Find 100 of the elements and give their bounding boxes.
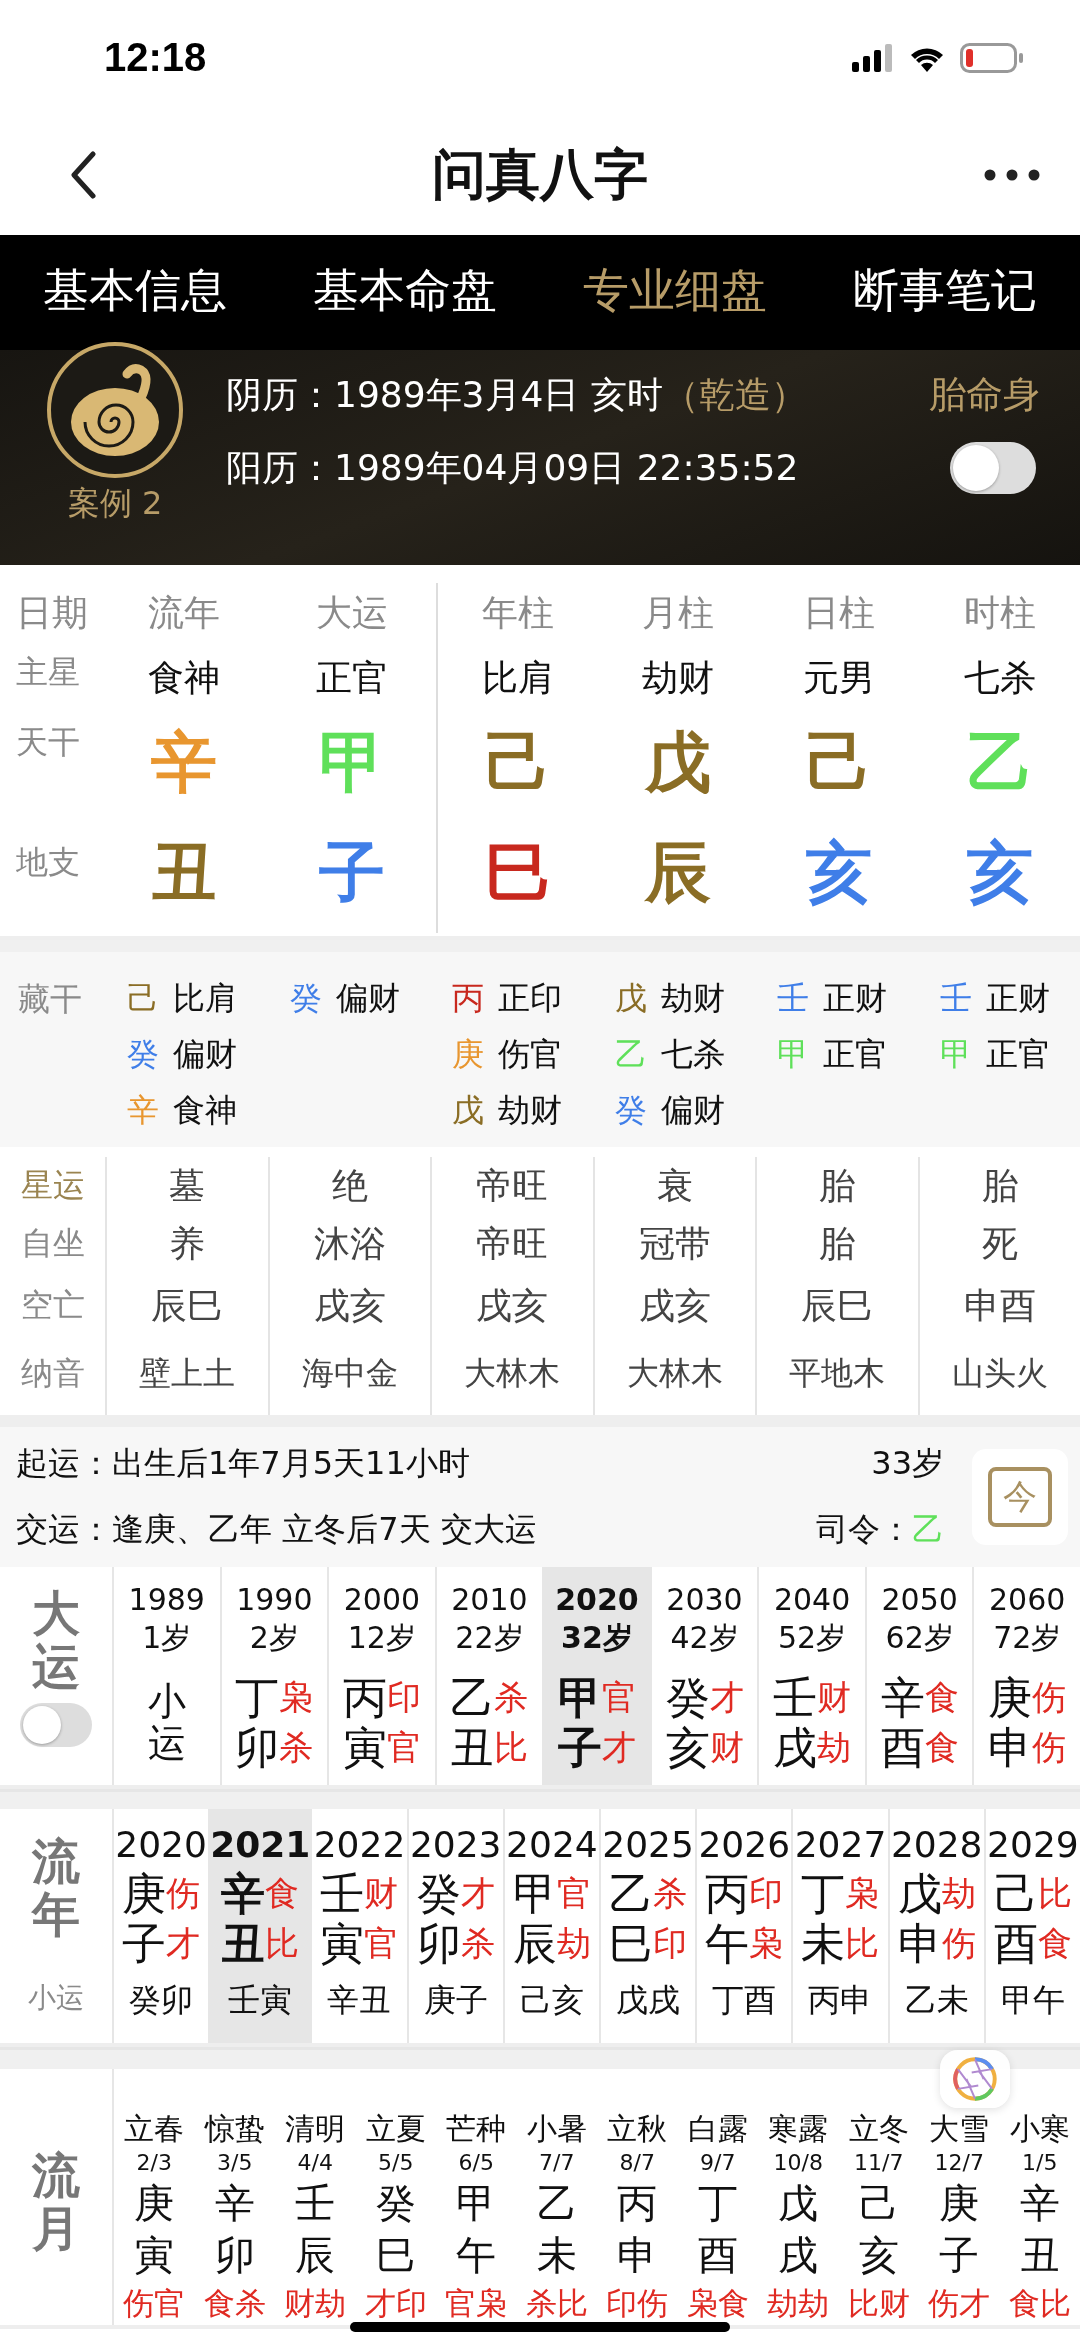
toggle-switch[interactable] [950,442,1036,494]
luck-pillar[interactable]: 2020 32岁 甲 官 子才 [542,1567,650,1785]
year-pillar[interactable]: 2024 甲 官 辰劫 己亥 [502,1809,599,2043]
solar-term: 小暑 [526,2110,587,2148]
luck-pillar[interactable]: 2030 42岁 癸才 亥财 [649,1567,758,1785]
tab[interactable]: 基本命盘 [307,253,503,328]
heavenly-stem: 戊 [644,723,711,803]
table-cell-text: 胎 [981,1163,1018,1208]
case-label: 案例 2 [67,483,163,524]
table-cell-text: 大林木 [464,1353,561,1394]
month-stem: 辛 [1019,2179,1060,2228]
ten-god: 七杀 [660,1034,725,1075]
table-cell-text: 胎 [819,1221,856,1266]
table-cell-text: 沐浴 [313,1221,386,1266]
table-cell-text: 戌亥 [476,1283,549,1328]
month-stem: 丙 [617,2179,658,2228]
ten-god: 偏财 [660,1090,725,1131]
row-label: 天干 [16,722,80,763]
month-stem: 庚 [939,2179,980,2228]
lunar-date: 阴历：1989年3月4日 亥时（乾造） [226,372,807,417]
floating-button[interactable] [940,2050,1010,2108]
row-label: 地支 [16,842,80,883]
section-label: 流月 [32,2149,80,2255]
hidden-stem: 甲 [939,1034,972,1075]
table-cell-text: 绝 [331,1163,368,1208]
main-star-label: 劫财 [641,655,714,700]
year-pillar[interactable]: 2026 丙印 午枭 丁酉 [695,1809,792,2043]
luck-pillar[interactable]: 2000 12岁 丙印 寅官 [327,1567,435,1785]
hidden-stem: 癸 [614,1090,647,1131]
main-star-label: 正官 [316,655,388,700]
table-cell-text: 海中金 [301,1353,398,1394]
table-cell-text: 壁上土 [139,1353,236,1394]
ten-god: 正印 [498,978,562,1019]
earthly-branch: 巳 [484,833,551,913]
back-icon[interactable] [70,151,96,199]
year-pillar[interactable]: 2025 乙杀 巳印 戊戌 [599,1809,696,2043]
ten-gods: 伤官 [123,2284,186,2323]
heavenly-stem: 己 [484,723,551,803]
solar-term: 寒露 [768,2110,829,2148]
solar-term: 小寒 [1009,2110,1070,2148]
table-cell-text: 死 [981,1221,1018,1266]
year-pillar[interactable]: 2022 壬财 寅官 辛丑 [310,1809,407,2043]
tab[interactable]: 专业细盘 [577,253,773,328]
heavenly-stem: 己 [805,723,872,803]
ten-gods: 比财 [847,2284,910,2323]
table-cell-text: 大林木 [626,1353,723,1394]
term-date: 1/5 [1022,2149,1058,2177]
ten-gods: 枭食 [686,2284,749,2323]
table-cell-text: 墓 [169,1163,206,1208]
year-pillar[interactable]: 2029 己 比 酉食 甲午 [983,1809,1080,2043]
month-branch: 丑 [1019,2231,1060,2280]
table-cell-text: 辰巳 [151,1283,224,1328]
term-date: 6/5 [458,2149,494,2177]
tab[interactable]: 基本信息 [37,253,233,328]
hidden-stem: 戊 [614,978,647,1019]
ten-gods: 劫劫 [767,2284,830,2323]
year-pillar[interactable]: 2021 辛食 丑比 壬寅 [208,1809,311,2043]
hidden-stem: 丙 [452,978,484,1019]
more-icon[interactable] [984,169,1040,181]
earthly-branch: 亥 [805,833,872,913]
month-branch: 卯 [214,2231,255,2280]
column-header: 月柱 [641,590,714,635]
ten-gods: 伤才 [928,2284,991,2323]
luck-pillar[interactable]: 1990 2岁 丁枭 卯杀 [219,1567,328,1785]
ten-god: 比肩 [173,978,237,1019]
year-pillar[interactable]: 2023 癸才 卯杀 庚子 [406,1809,503,2043]
luck-pillar[interactable]: 2060 72岁 庚伤 申 伤 [972,1567,1080,1785]
solar-term: 清明 [285,2110,346,2148]
month-stem: 癸 [375,2179,416,2228]
hidden-stem: 庚 [452,1034,484,1075]
tab[interactable]: 断事笔记 [847,253,1043,328]
solar-term: 立冬 [848,2110,909,2148]
column-header: 流年 [148,590,220,635]
term-date: 9/7 [700,2149,736,2177]
row-label[interactable]: 星运 [20,1157,85,1215]
solar-term: 立夏 [365,2110,426,2148]
year-pillar[interactable]: 2027 丁枭 未比 丙申 [791,1809,888,2043]
ten-god: 食神 [173,1090,237,1131]
month-branch: 亥 [858,2231,899,2280]
luck-pillar[interactable]: 2040 52岁 壬财 戌劫 [757,1567,865,1785]
month-branch: 辰 [295,2231,336,2280]
ten-gods: 食比 [1008,2284,1071,2323]
term-date: 8/7 [619,2149,655,2177]
luck-pillar[interactable]: 1989 1岁 小运 [112,1567,220,1785]
earthly-branch: 辰 [644,833,711,913]
month-branch: 寅 [134,2231,175,2280]
section-label: 大运 [32,1587,80,1693]
month-stem: 己 [858,2179,899,2228]
column-header: 日柱 [802,590,875,635]
year-pillar[interactable]: 2028 戊劫 申 伤 乙未 [887,1809,984,2043]
toggle-switch[interactable] [20,1702,92,1747]
luck-change-text: 交运：逢庚、乙年 立冬后7天 交大运 [16,1509,537,1550]
tai-ming-shen-link[interactable]: 胎命身 [929,370,1040,420]
luck-pillar[interactable]: 2050 62岁 辛食 酉食 [864,1567,973,1785]
current-age: 33岁 [871,1443,944,1484]
app-title: 问真八字 [432,141,648,208]
table-cell-text: 戌亥 [638,1283,711,1328]
month-branch: 午 [456,2231,497,2280]
ten-god: 伤官 [498,1034,562,1075]
ten-gods: 印伤 [606,2284,669,2323]
